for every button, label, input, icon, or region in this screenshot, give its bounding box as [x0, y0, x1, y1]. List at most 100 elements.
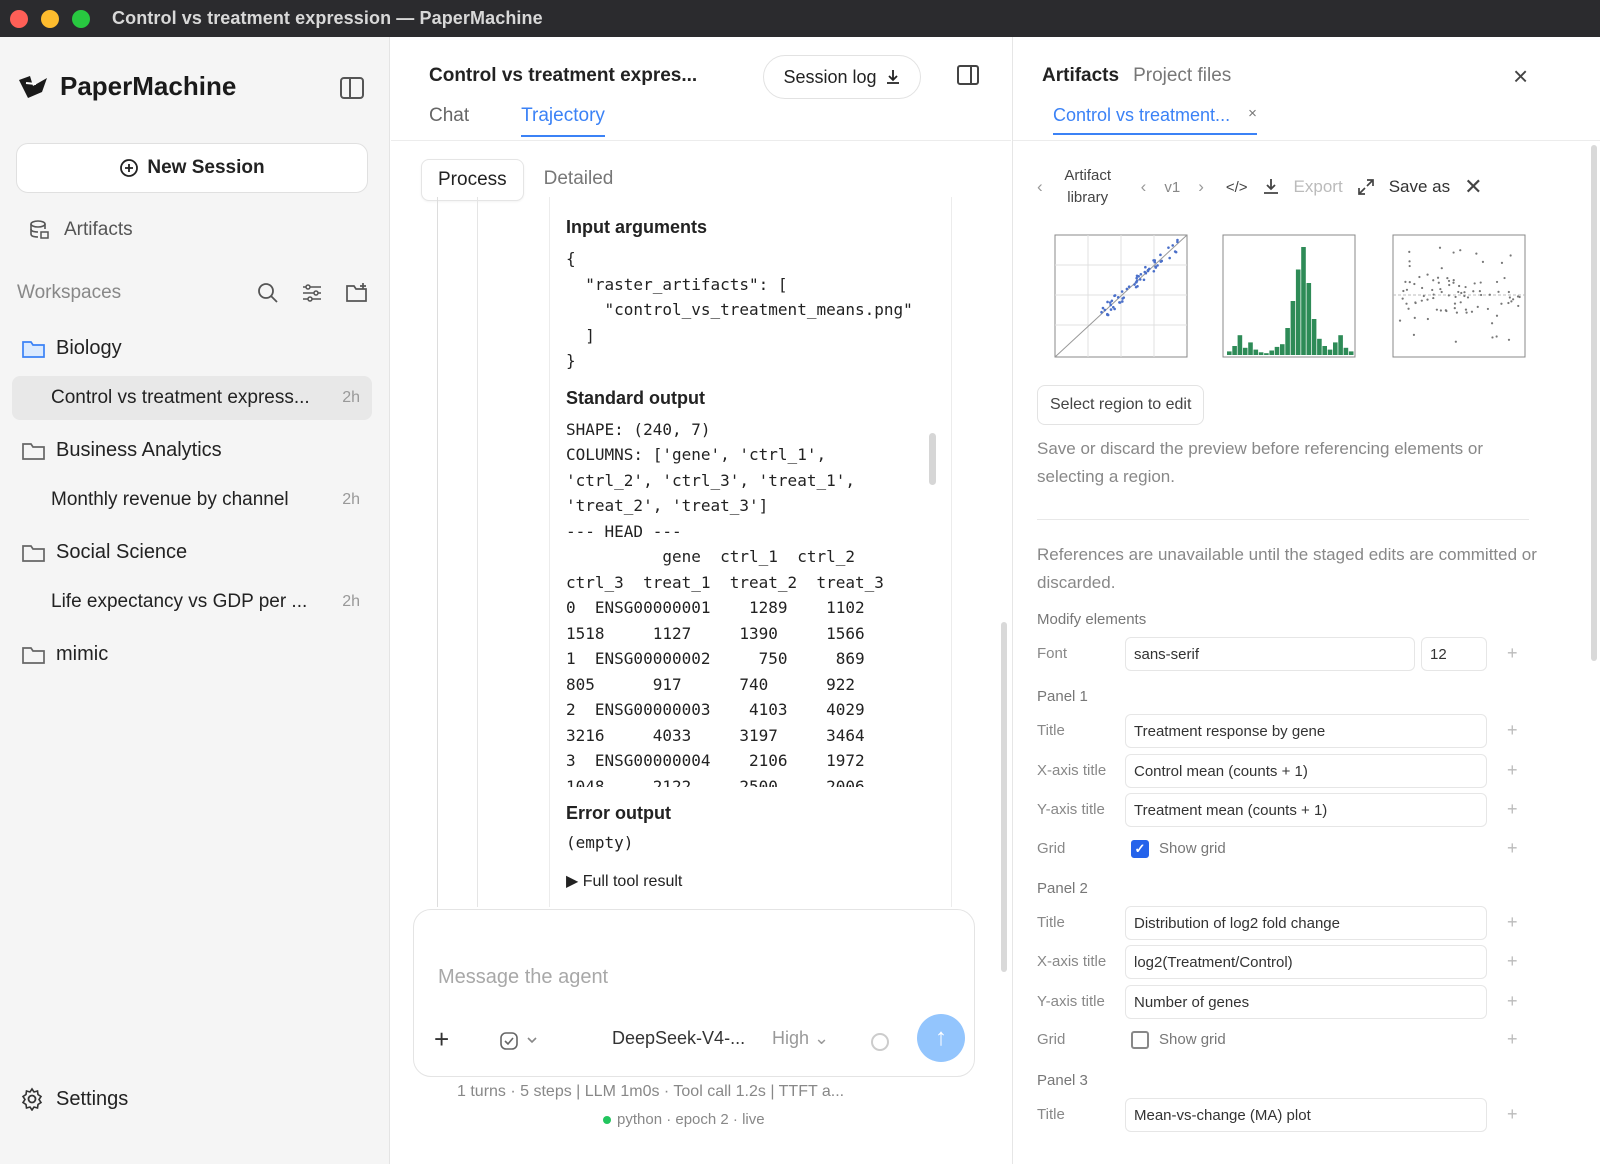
- error-output-code: (empty): [566, 832, 634, 852]
- ma-point: [1457, 290, 1460, 294]
- artifact-library-button[interactable]: Artifact library: [1057, 165, 1119, 209]
- artifact-panel: Artifacts Project files × Control vs tre…: [1012, 37, 1600, 1164]
- scatter-point: [1110, 299, 1114, 303]
- x-axis-title-label: X-axis title: [1037, 953, 1107, 970]
- model-selector[interactable]: DeepSeek-V4-...: [612, 1028, 745, 1049]
- add-icon[interactable]: +: [1507, 951, 1518, 972]
- sidebar-item-artifacts[interactable]: Artifacts: [28, 219, 133, 241]
- panel1-y-row: Y-axis title Treatment mean (counts + 1)…: [1037, 793, 1537, 827]
- mode-detailed[interactable]: Detailed: [528, 159, 630, 201]
- folder-name: Social Science: [56, 541, 188, 563]
- full-tool-result-toggle[interactable]: ▶ Full tool result: [566, 871, 956, 891]
- ma-point: [1452, 251, 1455, 254]
- x-axis-title-label: X-axis title: [1037, 762, 1107, 779]
- tab-chat[interactable]: Chat: [429, 105, 469, 137]
- output-scrollbar[interactable]: [929, 433, 936, 485]
- panel2-title-input[interactable]: Distribution of log2 fold change: [1125, 906, 1487, 940]
- filter-icon[interactable]: [301, 282, 323, 304]
- scatter-point: [1176, 240, 1179, 244]
- panel2-grid-checkbox[interactable]: [1131, 1031, 1149, 1049]
- save-as-button[interactable]: Save as: [1389, 177, 1450, 197]
- session-title: Control vs treatment express...: [51, 387, 310, 408]
- artifact-panel-scrollbar[interactable]: [1591, 145, 1597, 661]
- new-session-button[interactable]: New Session: [16, 143, 368, 193]
- close-tab-icon[interactable]: ×: [1248, 105, 1257, 126]
- minimize-window-button[interactable]: [41, 9, 59, 28]
- tab-artifacts[interactable]: Artifacts: [1042, 65, 1119, 87]
- message-input[interactable]: Message the agent: [438, 966, 608, 989]
- effort-label: High: [772, 1028, 810, 1048]
- back-chevron-icon[interactable]: ‹: [1037, 177, 1043, 197]
- title-label: Title: [1037, 722, 1065, 739]
- panel2-y-axis-input[interactable]: Number of genes: [1125, 985, 1487, 1019]
- add-icon[interactable]: +: [1507, 838, 1518, 859]
- panel2-thumbnail[interactable]: [1209, 227, 1359, 372]
- add-icon[interactable]: +: [1507, 760, 1518, 781]
- close-window-button[interactable]: [10, 9, 28, 28]
- panel2-x-axis-input[interactable]: log2(Treatment/Control): [1125, 945, 1487, 979]
- send-button[interactable]: ↑: [917, 1014, 965, 1062]
- workspace-folder-business-analytics[interactable]: Business Analytics: [22, 439, 222, 462]
- search-icon[interactable]: [257, 282, 279, 304]
- expand-icon[interactable]: [1357, 178, 1375, 196]
- add-icon[interactable]: +: [1507, 799, 1518, 820]
- center-panel: Control vs treatment expres... Session l…: [391, 37, 1011, 1164]
- panel3-thumbnail[interactable]: [1379, 227, 1529, 372]
- download-icon[interactable]: [1262, 178, 1280, 196]
- panel3-title-input[interactable]: Mean-vs-change (MA) plot: [1125, 1098, 1487, 1132]
- add-icon[interactable]: +: [1507, 720, 1518, 741]
- session-item[interactable]: Monthly revenue by channel 2h: [12, 478, 372, 522]
- panel1-title-row: Title Treatment response by gene +: [1037, 714, 1537, 748]
- histogram-bar: [1343, 347, 1349, 355]
- scatter-point: [1101, 306, 1105, 310]
- code-icon[interactable]: </>: [1226, 179, 1248, 196]
- ma-point: [1460, 291, 1463, 295]
- ma-point: [1470, 310, 1474, 313]
- select-region-button[interactable]: Select region to edit: [1037, 385, 1205, 425]
- standard-output-code[interactable]: SHAPE: (240, 7) COLUMNS: ['gene', 'ctrl_…: [566, 417, 956, 787]
- session-item[interactable]: Life expectancy vs GDP per ... 2h: [12, 580, 372, 624]
- workspace-folder-biology[interactable]: Biology: [22, 337, 122, 360]
- scatter-point: [1143, 270, 1147, 274]
- font-family-input[interactable]: sans-serif: [1125, 637, 1415, 671]
- attach-button[interactable]: +: [434, 1024, 449, 1055]
- zoom-window-button[interactable]: [72, 9, 90, 28]
- panel1-title-input[interactable]: Treatment response by gene: [1125, 714, 1487, 748]
- ma-point: [1507, 301, 1510, 305]
- mode-process[interactable]: Process: [421, 159, 524, 201]
- histogram-bar: [1327, 349, 1333, 355]
- add-icon[interactable]: +: [1507, 1104, 1518, 1125]
- add-icon[interactable]: +: [1507, 991, 1518, 1012]
- panel1-y-axis-input[interactable]: Treatment mean (counts + 1): [1125, 793, 1487, 827]
- font-size-input[interactable]: 12: [1421, 637, 1487, 671]
- panel1-x-axis-input[interactable]: Control mean (counts + 1): [1125, 754, 1487, 788]
- effort-selector[interactable]: High ⌄: [772, 1028, 829, 1049]
- tools-icon[interactable]: [498, 1030, 542, 1052]
- session-item[interactable]: Control vs treatment express... 2h: [12, 376, 372, 420]
- session-log-button[interactable]: Session log: [763, 55, 921, 99]
- settings-button[interactable]: Settings: [20, 1087, 128, 1111]
- prev-version-icon[interactable]: ‹: [1141, 177, 1147, 197]
- add-icon[interactable]: +: [1507, 912, 1518, 933]
- export-button[interactable]: Export: [1294, 177, 1343, 197]
- sidebar-toggle-icon[interactable]: [340, 77, 364, 99]
- artifact-toolbar: ‹ Artifact library ‹ v1 › </> Export Sav…: [1037, 165, 1537, 209]
- add-icon[interactable]: +: [1507, 1029, 1518, 1050]
- workspace-folder-social-science[interactable]: Social Science: [22, 541, 187, 564]
- panel1-grid-checkbox[interactable]: ✓: [1131, 840, 1149, 858]
- histogram-bar: [1264, 353, 1269, 355]
- workspace-folder-mimic[interactable]: mimic: [22, 643, 108, 666]
- histogram-bar: [1258, 352, 1264, 355]
- tab-project-files[interactable]: Project files: [1133, 65, 1231, 87]
- artifact-preview[interactable]: [1041, 227, 1531, 375]
- discard-icon[interactable]: ✕: [1464, 174, 1482, 200]
- trace-scrollbar[interactable]: [1001, 622, 1007, 972]
- tab-trajectory[interactable]: Trajectory: [521, 105, 605, 137]
- close-panel-icon[interactable]: ×: [1513, 61, 1528, 92]
- open-file-tab[interactable]: Control vs treatment... ×: [1053, 105, 1257, 135]
- panel1-thumbnail[interactable]: [1041, 227, 1191, 372]
- add-icon[interactable]: +: [1507, 643, 1518, 664]
- next-version-icon[interactable]: ›: [1198, 177, 1204, 197]
- toggle-artifact-panel-icon[interactable]: [957, 65, 979, 85]
- new-folder-icon[interactable]: [345, 282, 369, 304]
